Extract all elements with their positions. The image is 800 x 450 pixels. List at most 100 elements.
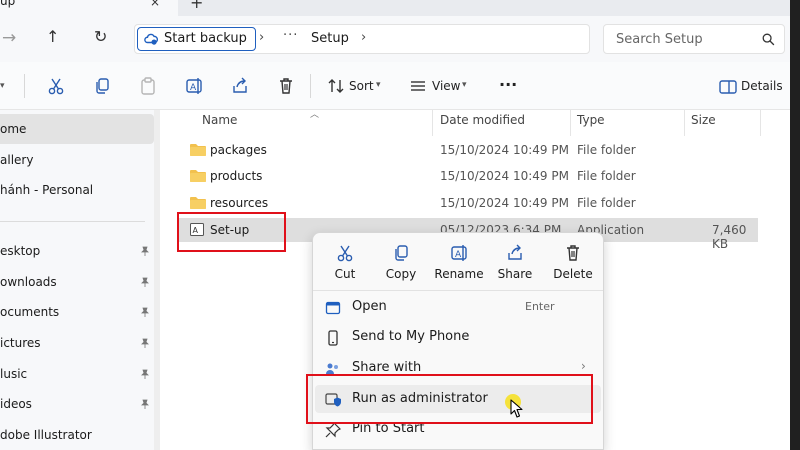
share-icon xyxy=(508,244,522,260)
column-divider[interactable] xyxy=(684,110,685,136)
sidebar-item-label: hánh - Personal xyxy=(0,183,94,197)
sidebar-item-label: ictures xyxy=(0,336,41,350)
rename-icon[interactable]: A xyxy=(184,76,204,96)
highlight-box-setup-file xyxy=(177,212,286,252)
breadcrumb-overflow[interactable]: ··· xyxy=(283,28,298,43)
sidebar-item-label: ideos xyxy=(0,397,32,411)
context-cut-button[interactable]: Cut xyxy=(319,241,371,287)
folder-icon xyxy=(190,144,206,156)
forward-icon[interactable]: → xyxy=(2,28,16,48)
svg-text:A: A xyxy=(455,250,462,260)
paste-icon[interactable] xyxy=(138,76,158,96)
file-name: resources xyxy=(210,196,269,210)
pin-icon xyxy=(141,307,149,317)
sidebar-item-documents[interactable]: ocuments xyxy=(0,297,154,327)
context-share-button[interactable]: Share xyxy=(489,241,541,287)
open-icon xyxy=(325,301,341,315)
sort-button[interactable]: Sort xyxy=(349,79,374,93)
chevron-right-icon[interactable]: › xyxy=(259,30,264,45)
more-options-button[interactable]: ··· xyxy=(499,75,517,94)
refresh-icon[interactable]: ↻ xyxy=(94,27,107,46)
svg-text:A: A xyxy=(190,83,197,93)
mouse-cursor-icon xyxy=(510,399,523,418)
sidebar-item-videos[interactable]: ideos xyxy=(0,389,154,419)
chevron-right-icon[interactable]: › xyxy=(361,30,366,45)
context-cut-label: Cut xyxy=(334,267,356,281)
context-copy-button[interactable]: Copy xyxy=(375,241,427,287)
view-button[interactable]: View xyxy=(432,79,460,93)
context-open-shortcut: Enter xyxy=(525,300,555,313)
share-icon[interactable] xyxy=(230,76,250,96)
rename-icon: A xyxy=(451,245,467,261)
sidebar-item-label: lusic xyxy=(0,367,28,381)
breadcrumb-start-backup[interactable]: Start backup xyxy=(137,27,256,51)
sidebar-item-pictures[interactable]: ictures xyxy=(0,328,154,358)
sidebar-item-home[interactable]: ome xyxy=(0,114,154,144)
context-delete-label: Delete xyxy=(553,267,593,281)
sidebar-item-label: allery xyxy=(0,153,34,167)
column-header-type[interactable]: Type xyxy=(577,113,605,127)
context-copy-label: Copy xyxy=(385,267,417,281)
sidebar-item-downloads[interactable]: ownloads xyxy=(0,267,154,297)
sidebar-item-label: ownloads xyxy=(0,275,57,289)
chevron-down-icon[interactable]: ▾ xyxy=(376,80,381,90)
file-row-packages[interactable]: packages 15/10/2024 10:49 PM File folder xyxy=(178,138,758,162)
breadcrumb-start-backup-label: Start backup xyxy=(164,31,247,46)
column-header-date[interactable]: Date modified xyxy=(440,113,525,127)
context-delete-button[interactable]: Delete xyxy=(547,241,599,287)
file-name: products xyxy=(210,169,263,183)
file-date: 15/10/2024 10:49 PM xyxy=(440,196,569,210)
context-send-to-phone[interactable]: Send to My Phone xyxy=(315,323,601,351)
trash-icon xyxy=(567,245,579,261)
pin-icon xyxy=(141,277,149,287)
file-type: File folder xyxy=(577,169,636,183)
desktop-edge xyxy=(790,0,800,450)
sidebar-item-label: ome xyxy=(0,122,27,136)
column-divider[interactable] xyxy=(570,110,571,136)
context-rename-label: Rename xyxy=(434,267,484,281)
context-share-label: Share xyxy=(497,267,533,281)
context-menu-divider xyxy=(313,290,603,291)
search-icon[interactable] xyxy=(762,33,775,46)
view-icon[interactable] xyxy=(408,76,428,96)
column-divider[interactable] xyxy=(432,110,433,136)
file-row-products[interactable]: products 15/10/2024 10:49 PM File folder xyxy=(178,164,758,188)
context-open-label: Open xyxy=(352,299,387,314)
new-dropdown-chevron-icon[interactable]: ▾ xyxy=(0,81,5,91)
sort-icon[interactable] xyxy=(326,76,346,96)
chevron-down-icon[interactable]: ▾ xyxy=(462,80,467,90)
pin-icon xyxy=(141,246,149,256)
column-header-size[interactable]: Size xyxy=(691,113,716,127)
context-rename-button[interactable]: A Rename xyxy=(433,241,485,287)
column-header-name[interactable]: Name xyxy=(202,113,237,127)
chevron-right-icon: › xyxy=(581,359,586,373)
sidebar-item-label: esktop xyxy=(0,244,41,258)
details-pane-icon[interactable] xyxy=(718,77,738,97)
phone-icon xyxy=(328,330,338,346)
tab-title: up xyxy=(0,0,16,8)
new-tab-button[interactable]: + xyxy=(190,0,203,12)
divider xyxy=(24,74,25,98)
file-date: 15/10/2024 10:49 PM xyxy=(440,169,569,183)
tab-setup[interactable]: up × xyxy=(0,0,178,16)
sidebar-item-label: dobe Illustrator xyxy=(0,428,92,442)
divider xyxy=(310,74,311,98)
file-date: 15/10/2024 10:49 PM xyxy=(440,143,569,157)
sidebar-item-onedrive-personal[interactable]: hánh - Personal xyxy=(0,175,154,205)
up-arrow-icon[interactable]: ↑ xyxy=(46,27,59,46)
sidebar-item-gallery[interactable]: allery xyxy=(0,145,154,175)
file-name: packages xyxy=(210,143,267,157)
context-open[interactable]: Open Enter xyxy=(315,293,601,321)
copy-icon[interactable] xyxy=(92,76,112,96)
trash-icon[interactable] xyxy=(276,76,296,96)
sidebar-item-music[interactable]: lusic xyxy=(0,359,154,389)
search-input[interactable]: Search Setup xyxy=(603,24,785,54)
column-divider[interactable] xyxy=(760,110,761,136)
cut-scissors-icon[interactable] xyxy=(46,76,66,96)
tab-close-icon[interactable]: × xyxy=(150,0,160,9)
details-button[interactable]: Details xyxy=(741,79,783,93)
sidebar-item-adobe-illustrator[interactable]: dobe Illustrator xyxy=(0,420,154,450)
breadcrumb-setup[interactable]: Setup xyxy=(311,31,349,46)
sidebar-item-desktop[interactable]: esktop xyxy=(0,236,154,266)
breadcrumb[interactable]: Start backup › ··· Setup › xyxy=(134,24,590,54)
